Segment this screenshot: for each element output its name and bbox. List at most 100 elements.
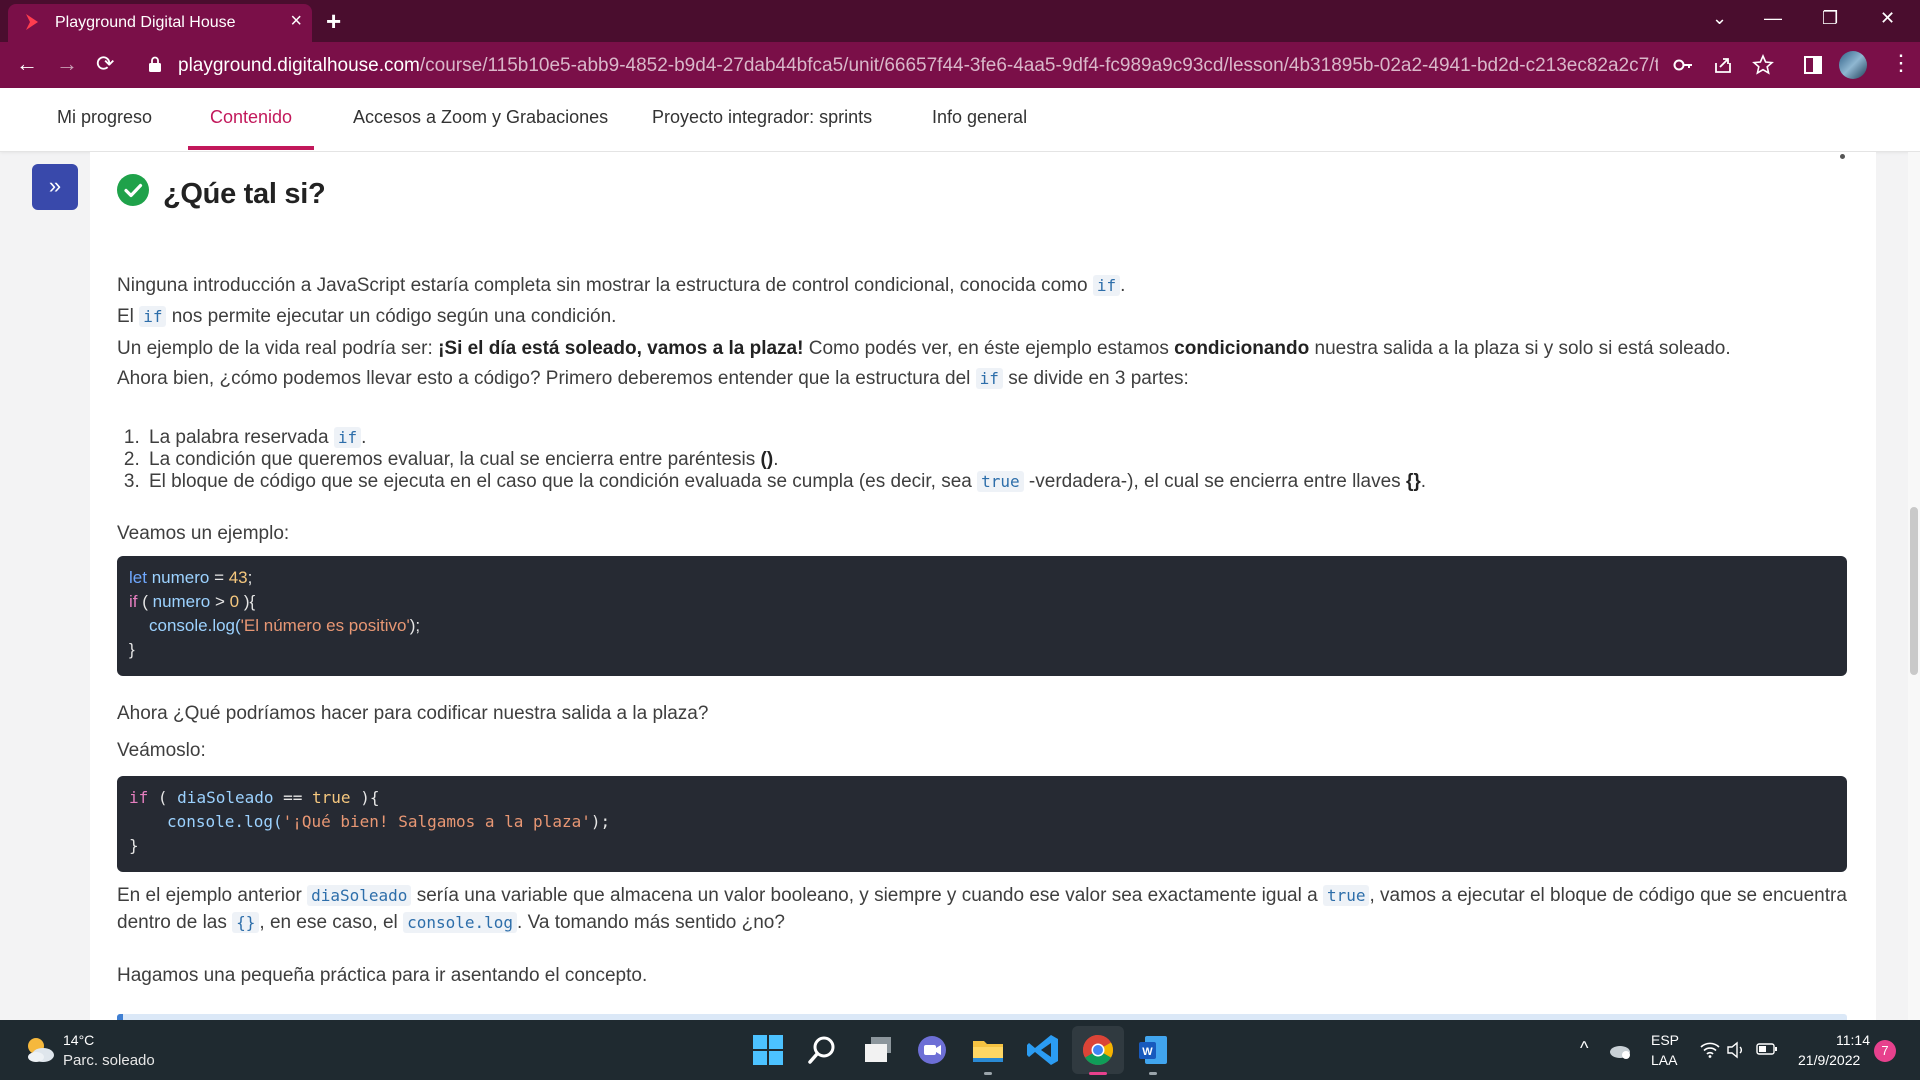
key-icon[interactable] <box>1672 54 1694 76</box>
close-window-button[interactable]: ✕ <box>1880 8 1895 29</box>
volume-icon[interactable] <box>1726 1041 1746 1059</box>
side-panel-icon[interactable] <box>1802 54 1824 76</box>
scrollbar-thumb[interactable] <box>1910 507 1918 675</box>
nav-contenido[interactable]: Contenido <box>210 107 292 128</box>
code-token: ( <box>137 592 153 611</box>
restore-button[interactable]: ❐ <box>1822 8 1838 29</box>
practice-intro: Hagamos una pequeña práctica para ir ase… <box>117 965 648 986</box>
code-token: if <box>129 788 149 807</box>
show-hidden-icons-chevron-icon[interactable]: ^ <box>1580 1038 1588 1059</box>
course-navigation: Mi progreso Contenido Accesos a Zoom y G… <box>0 88 1920 152</box>
code-line: if ( diaSoleado == true ){ <box>129 786 1835 810</box>
expand-sidebar-button[interactable]: » <box>32 164 78 210</box>
windows-taskbar: 14°C Parc. soleado W ^ ESP LAA 11:14 21/… <box>0 1020 1920 1080</box>
partly-sunny-icon[interactable] <box>24 1034 56 1064</box>
intro-paragraph: Ninguna introducción a JavaScript estarí… <box>117 272 1847 299</box>
inline-code: if <box>333 427 362 448</box>
tab-search-chevron-icon[interactable]: ⌄ <box>1712 8 1727 29</box>
vscode-icon[interactable] <box>1025 1032 1061 1068</box>
code-token: > <box>210 592 230 611</box>
browser-toolbar: ← → ⟳ playground.digitalhouse.com/course… <box>0 42 1920 88</box>
code-token: ){ <box>350 788 380 807</box>
text: sería una variable que almacena un valor… <box>411 885 1323 906</box>
code-token: 'El número es positivo' <box>240 616 410 635</box>
code-token: 43 <box>228 568 248 587</box>
page-scrollbar[interactable] <box>1908 152 1920 1020</box>
code-token: ); <box>590 812 611 831</box>
code-token: ){ <box>239 592 256 611</box>
bold-text: ¡Si el día está soleado, vamos a la plaz… <box>438 338 804 359</box>
svg-text:W: W <box>1142 1046 1153 1058</box>
search-icon[interactable] <box>805 1032 841 1068</box>
lesson-content: ¿Qúe tal si? Ninguna introducción a Java… <box>90 152 1876 1020</box>
notification-badge[interactable]: 7 <box>1874 1040 1896 1062</box>
bold-text: condicionando <box>1174 338 1310 359</box>
text: . <box>773 449 779 470</box>
teams-chat-icon[interactable] <box>914 1032 950 1068</box>
text: Como podés ver, en éste ejemplo estamos <box>803 338 1175 359</box>
active-tab-underline <box>188 146 314 150</box>
code-token: ); <box>409 616 421 635</box>
input-language[interactable]: ESP <box>1651 1032 1679 1048</box>
share-icon[interactable] <box>1712 54 1734 76</box>
text: nos permite ejecutar un código según una… <box>166 306 617 327</box>
text: Ahora bien, ¿cómo podemos llevar esto a … <box>117 368 976 389</box>
keyboard-layout[interactable]: LAA <box>1651 1052 1677 1068</box>
bookmark-star-icon[interactable] <box>1752 54 1774 76</box>
file-explorer-icon[interactable] <box>970 1032 1006 1068</box>
text: En el ejemplo anterior <box>117 885 308 906</box>
word-icon[interactable]: W <box>1135 1032 1171 1068</box>
text: -verdadera-), el cual se encierra entre … <box>1023 471 1406 492</box>
code-token: ; <box>247 568 253 587</box>
inline-code: {} <box>232 912 260 933</box>
code-example-numero[interactable]: let numero = 43; if ( numero > 0 ){ cons… <box>117 556 1847 676</box>
reload-button[interactable]: ⟳ <box>96 51 114 77</box>
nav-info-general[interactable]: Info general <box>932 107 1027 128</box>
code-example-dia-soleado[interactable]: if ( diaSoleado == true ){ console.log('… <box>117 776 1847 872</box>
text: El bloque de código que se ejecuta en el… <box>149 471 978 492</box>
completed-check-icon <box>117 174 149 206</box>
text: Ninguna introducción a JavaScript estarí… <box>117 275 1093 296</box>
new-tab-button[interactable]: + <box>326 6 341 37</box>
back-button[interactable]: ← <box>16 51 38 77</box>
address-bar[interactable]: playground.digitalhouse.com/course/115b1… <box>178 55 1658 77</box>
if-description: El if nos permite ejecutar un código seg… <box>117 303 1847 330</box>
example-label: Veamos un ejemplo: <box>117 523 290 544</box>
clock-date[interactable]: 21/9/2022 <box>1798 1052 1860 1068</box>
text: El <box>117 306 140 327</box>
code-token: 0 <box>229 592 240 611</box>
minimize-button[interactable]: — <box>1764 8 1782 29</box>
code-token: = <box>209 568 229 587</box>
weather-description[interactable]: Parc. soleado <box>63 1052 155 1069</box>
nav-mi-progreso[interactable]: Mi progreso <box>57 107 152 128</box>
battery-icon[interactable] <box>1756 1042 1778 1056</box>
wifi-icon[interactable] <box>1700 1042 1720 1058</box>
tab-close-icon[interactable]: × <box>290 10 302 33</box>
windows-start-icon[interactable] <box>750 1032 786 1068</box>
chrome-taskbar-button[interactable] <box>1072 1026 1124 1074</box>
onedrive-icon[interactable] <box>1608 1040 1632 1060</box>
text: . <box>1120 275 1126 296</box>
lesson-title: ¿Qúe tal si? <box>163 178 326 210</box>
lock-icon[interactable] <box>148 56 162 72</box>
url-host: playground.digitalhouse.com <box>178 55 420 76</box>
weather-temperature[interactable]: 14°C <box>63 1032 94 1048</box>
browser-tab[interactable]: Playground Digital House × <box>8 4 312 42</box>
forward-button[interactable]: → <box>56 51 78 77</box>
text: Un ejemplo de la vida real podría ser: <box>117 338 439 359</box>
nav-proyecto-integrador[interactable]: Proyecto integrador: sprints <box>652 107 872 128</box>
code-line: let numero = 43; <box>129 566 1835 590</box>
inline-code: if <box>1092 275 1121 296</box>
profile-avatar[interactable] <box>1839 51 1867 79</box>
code-line: if ( numero > 0 ){ <box>129 590 1835 614</box>
tab-title: Playground Digital House <box>55 14 236 31</box>
inline-code: diaSoleado <box>307 885 412 906</box>
real-life-example: Un ejemplo de la vida real podría ser: ¡… <box>117 335 1847 362</box>
browser-menu-icon[interactable]: ⋮ <box>1890 50 1912 76</box>
more-options-dot[interactable] <box>1840 154 1845 159</box>
bold-text: () <box>760 449 774 470</box>
clock-time[interactable]: 11:14 <box>1836 1032 1870 1048</box>
nav-accesos-zoom[interactable]: Accesos a Zoom y Grabaciones <box>353 107 608 128</box>
digitalhouse-favicon-icon <box>26 14 38 30</box>
task-view-icon[interactable] <box>860 1032 896 1068</box>
